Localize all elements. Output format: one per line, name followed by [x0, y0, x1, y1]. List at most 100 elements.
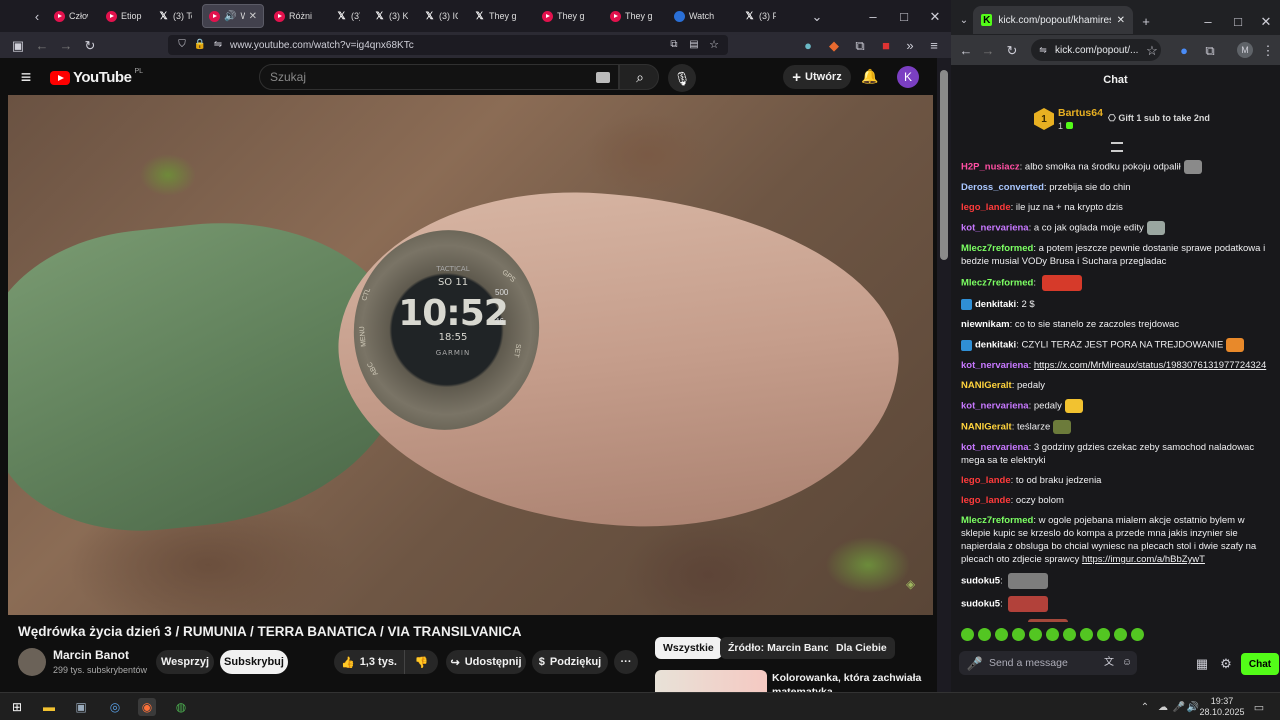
search-button[interactable]: ⌕ [619, 64, 659, 90]
reader-view-icon[interactable]: ▤ [688, 39, 700, 51]
chrome-profile-avatar[interactable]: M [1237, 42, 1253, 58]
firefox-icon[interactable]: ◉ [138, 698, 156, 716]
sidebar-icon[interactable]: ▣ [10, 37, 26, 53]
emote-icon[interactable] [1012, 628, 1025, 641]
emote-icon[interactable] [995, 628, 1008, 641]
chat-username[interactable]: NANIGeralt [961, 380, 1012, 391]
back-icon[interactable]: ← [34, 37, 50, 53]
more-actions-button[interactable]: ··· [614, 650, 638, 674]
tab-scroll-left-icon[interactable]: ‹ [30, 9, 44, 23]
windows-start-icon[interactable]: ⊞ [8, 698, 26, 716]
chrome-tab-kick[interactable]: K kick.com/popout/khamires/chat ✕ [973, 6, 1133, 34]
voice-input-icon[interactable]: 🎤 [967, 657, 983, 670]
chrome-icon[interactable]: ◍ [172, 698, 190, 716]
firefox-tab[interactable]: 𝕏 They g [468, 4, 532, 28]
chrome-close-icon[interactable]: ✕ [1259, 14, 1273, 28]
forward-icon[interactable]: → [58, 37, 74, 53]
emote-icon[interactable] [1097, 628, 1110, 641]
account-avatar[interactable]: K [897, 66, 919, 88]
voice-search-button[interactable]: 🎙 [668, 64, 696, 92]
app-icon[interactable]: ▣ [72, 698, 90, 716]
chat-username[interactable]: H2P_nusiacz [961, 162, 1020, 173]
steam-icon[interactable]: ◎ [106, 698, 124, 716]
chat-username[interactable]: kot_nervariena [961, 401, 1029, 412]
emote-icon[interactable] [1046, 628, 1059, 641]
firefox-tab[interactable]: 𝕏 (3) IC [418, 4, 464, 28]
recommended-title[interactable]: Kolorowanka, która zachwiała matematyką [772, 671, 922, 692]
tray-overflow-icon[interactable]: ⌃ [1136, 698, 1154, 716]
notifications-bell-icon[interactable]: 🔔 [861, 68, 878, 84]
chat-username[interactable]: sudoku5 [961, 576, 1000, 587]
chat-store-icon[interactable]: ▦ [1195, 656, 1209, 670]
tab-audio-icon[interactable]: 🔊 [224, 11, 236, 22]
url-bar[interactable]: ⛉ 🔒 ⇋ www.youtube.com/watch?v=ig4qnx68KT… [168, 35, 728, 55]
gift-prompt[interactable]: ⎔ Gift 1 sub to take 2nd [1108, 113, 1210, 124]
adblock-icon[interactable]: ■ [878, 37, 894, 53]
scrollbar-thumb[interactable] [940, 70, 948, 260]
chat-username[interactable]: NANIGeralt [961, 422, 1012, 433]
firefox-tab[interactable]: Watch [668, 4, 732, 28]
chrome-back-icon[interactable]: ← [959, 43, 973, 57]
keyboard-icon[interactable] [596, 72, 610, 83]
extension-icon[interactable]: ● [800, 37, 816, 53]
overflow-menu-icon[interactable]: » [902, 37, 918, 53]
youtube-logo[interactable]: YouTube PL [50, 68, 143, 86]
emote-icon[interactable] [1131, 628, 1144, 641]
hamburger-menu-icon[interactable]: ≡ [16, 67, 36, 87]
chrome-url-bar[interactable]: ⇋ kick.com/popout/... [1031, 39, 1161, 61]
emote-icon[interactable] [1029, 628, 1042, 641]
chrome-menu-icon[interactable]: ⋮ [1261, 43, 1275, 57]
channel-avatar[interactable] [18, 648, 46, 676]
dislike-button[interactable]: 👎 [404, 650, 438, 674]
chrome-minimize-icon[interactable]: – [1201, 14, 1215, 28]
like-button[interactable]: 👍 1,3 tys. [334, 650, 404, 674]
page-scrollbar[interactable] [937, 58, 951, 692]
video-player[interactable]: TACTICAL SO 11 10:52 18:55 GARMIN 500 46… [8, 95, 933, 615]
search-input[interactable]: Szukaj [259, 64, 619, 90]
chat-username[interactable]: Mlecz7reformed [961, 515, 1033, 526]
chrome-bookmark-icon[interactable]: ☆ [1145, 43, 1159, 57]
chat-username[interactable]: denkitaki [975, 340, 1016, 351]
chat-username[interactable]: lego_lande [961, 495, 1011, 506]
chat-username[interactable]: lego_lande [961, 475, 1011, 486]
file-explorer-icon[interactable]: ▬ [40, 698, 58, 716]
chat-username[interactable]: kot_nervariena [961, 442, 1029, 453]
close-tab-icon[interactable]: ✕ [249, 11, 257, 22]
emote-icon[interactable] [961, 628, 974, 641]
reload-icon[interactable]: ↻ [82, 37, 98, 53]
list-all-tabs-icon[interactable]: ⌄ [810, 9, 824, 23]
chat-input[interactable]: 🎤 Send a message 文 ☺ [959, 651, 1137, 675]
permissions-icon[interactable]: ⇋ [212, 39, 224, 51]
recommended-thumbnail[interactable] [655, 670, 767, 692]
subscribe-button[interactable]: Subskrybuj [220, 650, 288, 674]
firefox-tab[interactable]: Etiopi [100, 4, 148, 28]
firefox-tab[interactable]: 𝕏 (3) An [330, 4, 366, 28]
site-info-icon[interactable]: ⇋ [1037, 44, 1049, 56]
firefox-tab[interactable]: 𝕏 (3) Ko [368, 4, 414, 28]
chrome-forward-icon[interactable]: → [981, 43, 995, 57]
chip-for-you[interactable]: Dla Ciebie [828, 637, 895, 659]
new-tab-icon[interactable]: + [1139, 14, 1153, 28]
chat-username[interactable]: kot_nervariena [961, 360, 1029, 371]
maximize-icon[interactable]: □ [897, 9, 911, 23]
minimize-icon[interactable]: – [866, 9, 880, 23]
chat-link[interactable]: https://x.com/MrMireaux/status/198307613… [1034, 360, 1266, 371]
notifications-icon[interactable]: ▭ [1250, 698, 1268, 716]
channel-name[interactable]: Marcin Banot [53, 648, 129, 662]
send-chat-button[interactable]: Chat [1241, 653, 1279, 675]
chip-all[interactable]: Wszystkie [655, 637, 722, 659]
close-window-icon[interactable]: ✕ [928, 9, 942, 23]
emote-icon[interactable] [978, 628, 991, 641]
chrome-reload-icon[interactable]: ↻ [1005, 43, 1019, 57]
fox-extension-icon[interactable]: ◆ [826, 37, 842, 53]
firefox-tab[interactable]: Człowi [48, 4, 94, 28]
lock-icon[interactable]: 🔒 [194, 39, 206, 51]
chat-username[interactable]: lego_lande [961, 202, 1011, 213]
firefox-tab[interactable]: 𝕏 (3) To [152, 4, 198, 28]
chat-username[interactable]: kot_nervariena [961, 223, 1029, 234]
chat-username[interactable]: Mlecz7reformed [961, 278, 1033, 289]
chat-username[interactable]: Mlecz7reformed [961, 243, 1033, 254]
clock[interactable]: 19:37 28.10.2025 [1198, 696, 1246, 718]
chat-settings-icon[interactable]: ⚙ [1219, 656, 1233, 670]
chat-username[interactable]: sudoku5 [961, 599, 1000, 610]
